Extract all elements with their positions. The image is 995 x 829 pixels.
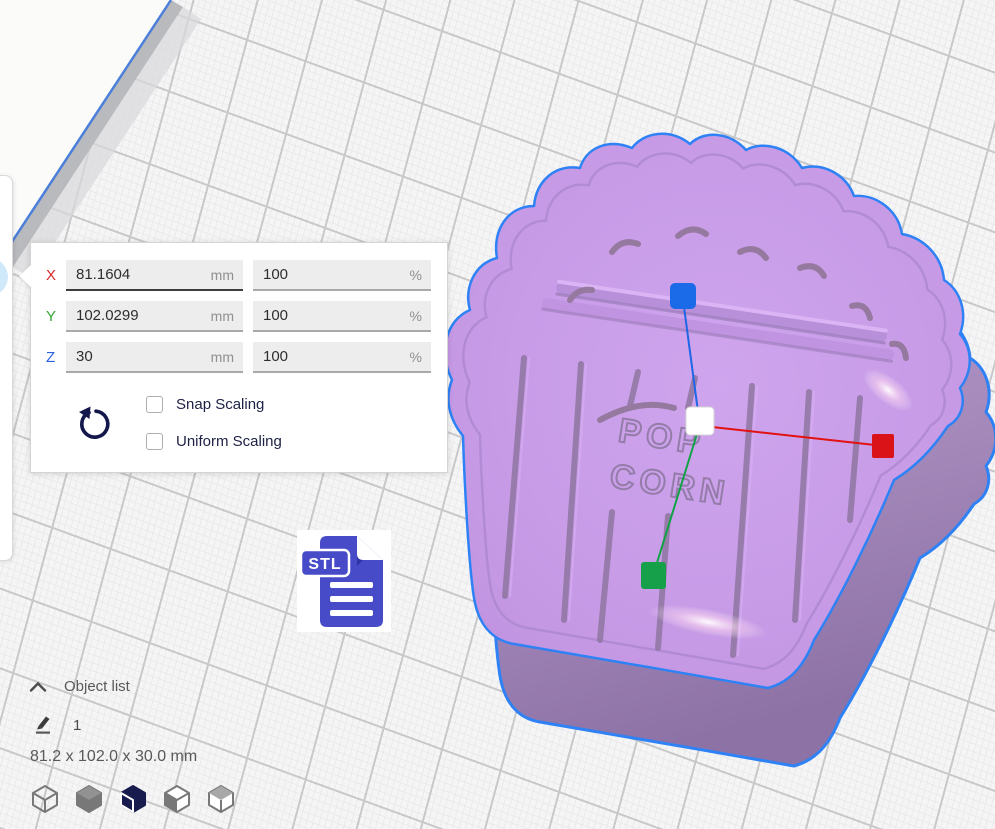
cube-active-icon <box>116 783 150 814</box>
view-button-3d[interactable] <box>28 783 62 814</box>
pencil-icon <box>33 712 53 734</box>
uniform-scaling-label: Uniform Scaling <box>176 433 282 450</box>
snap-scaling-label: Snap Scaling <box>176 396 264 413</box>
cube-top-face-icon <box>204 783 238 814</box>
axis-z-label: Z <box>46 349 66 366</box>
viewport-3d[interactable]: POP CORN X <box>0 0 995 829</box>
gizmo-y-handle[interactable] <box>641 562 666 589</box>
plate-edge-band <box>0 0 183 267</box>
gizmo-x-handle[interactable] <box>872 434 894 458</box>
scale-z-mm-input[interactable] <box>66 342 243 371</box>
plate-edge-apron <box>13 7 201 279</box>
uniform-scaling-row[interactable]: Uniform Scaling <box>146 432 282 450</box>
plate-edge-line <box>0 0 171 260</box>
scale-x-percent-field[interactable]: % <box>253 260 431 291</box>
doc-line-1 <box>330 582 373 588</box>
uniform-scaling-checkbox[interactable] <box>146 433 163 450</box>
panel-caret <box>19 265 31 287</box>
view-button-left[interactable] <box>160 783 194 814</box>
object-list-label: Object list <box>64 678 130 695</box>
doc-line-2 <box>330 596 373 602</box>
object-count: 1 <box>73 717 81 734</box>
stl-badge-text: STL <box>308 556 341 573</box>
object-list-item[interactable]: 1 <box>33 712 81 734</box>
left-toolbar-strip[interactable] <box>0 175 13 561</box>
scale-z-mm-field[interactable]: mm <box>66 342 243 373</box>
scale-z-percent-field[interactable]: % <box>253 342 431 373</box>
scale-x-mm-input[interactable] <box>66 260 243 289</box>
reset-scale-button[interactable] <box>75 403 117 445</box>
model-dimensions-label: 81.2 x 102.0 x 30.0 mm <box>30 748 197 766</box>
doc-line-3 <box>330 610 373 616</box>
view-button-right[interactable] <box>204 783 238 814</box>
cube-left-face-icon <box>160 783 194 814</box>
cube-solid-icon <box>72 783 106 814</box>
scale-tool-panel: X mm % Y mm % Z mm <box>30 242 448 473</box>
axis-y-label: Y <box>46 308 66 325</box>
scale-y-percent-field[interactable]: % <box>253 301 431 332</box>
chevron-up-icon <box>28 681 48 693</box>
scale-z-percent-input[interactable] <box>253 342 431 371</box>
cube-wireframe-icon <box>28 783 62 814</box>
scale-x-percent-input[interactable] <box>253 260 431 289</box>
scale-y-mm-input[interactable] <box>66 301 243 330</box>
object-list-toggle[interactable]: Object list <box>28 678 130 695</box>
snap-scaling-checkbox[interactable] <box>146 396 163 413</box>
model-popcorn-mold[interactable]: POP CORN <box>445 134 995 766</box>
scale-y-percent-input[interactable] <box>253 301 431 330</box>
gizmo-center-handle[interactable] <box>686 407 714 435</box>
view-button-front[interactable] <box>72 783 106 814</box>
axis-x-label: X <box>46 267 66 284</box>
camera-view-toolbar <box>28 783 238 814</box>
scale-x-mm-field[interactable]: mm <box>66 260 243 291</box>
gizmo-z-handle[interactable] <box>670 283 696 309</box>
stl-file-icon: STL <box>297 530 391 632</box>
view-button-top-active[interactable] <box>116 783 150 814</box>
snap-scaling-row[interactable]: Snap Scaling <box>146 395 264 413</box>
scale-y-mm-field[interactable]: mm <box>66 301 243 332</box>
